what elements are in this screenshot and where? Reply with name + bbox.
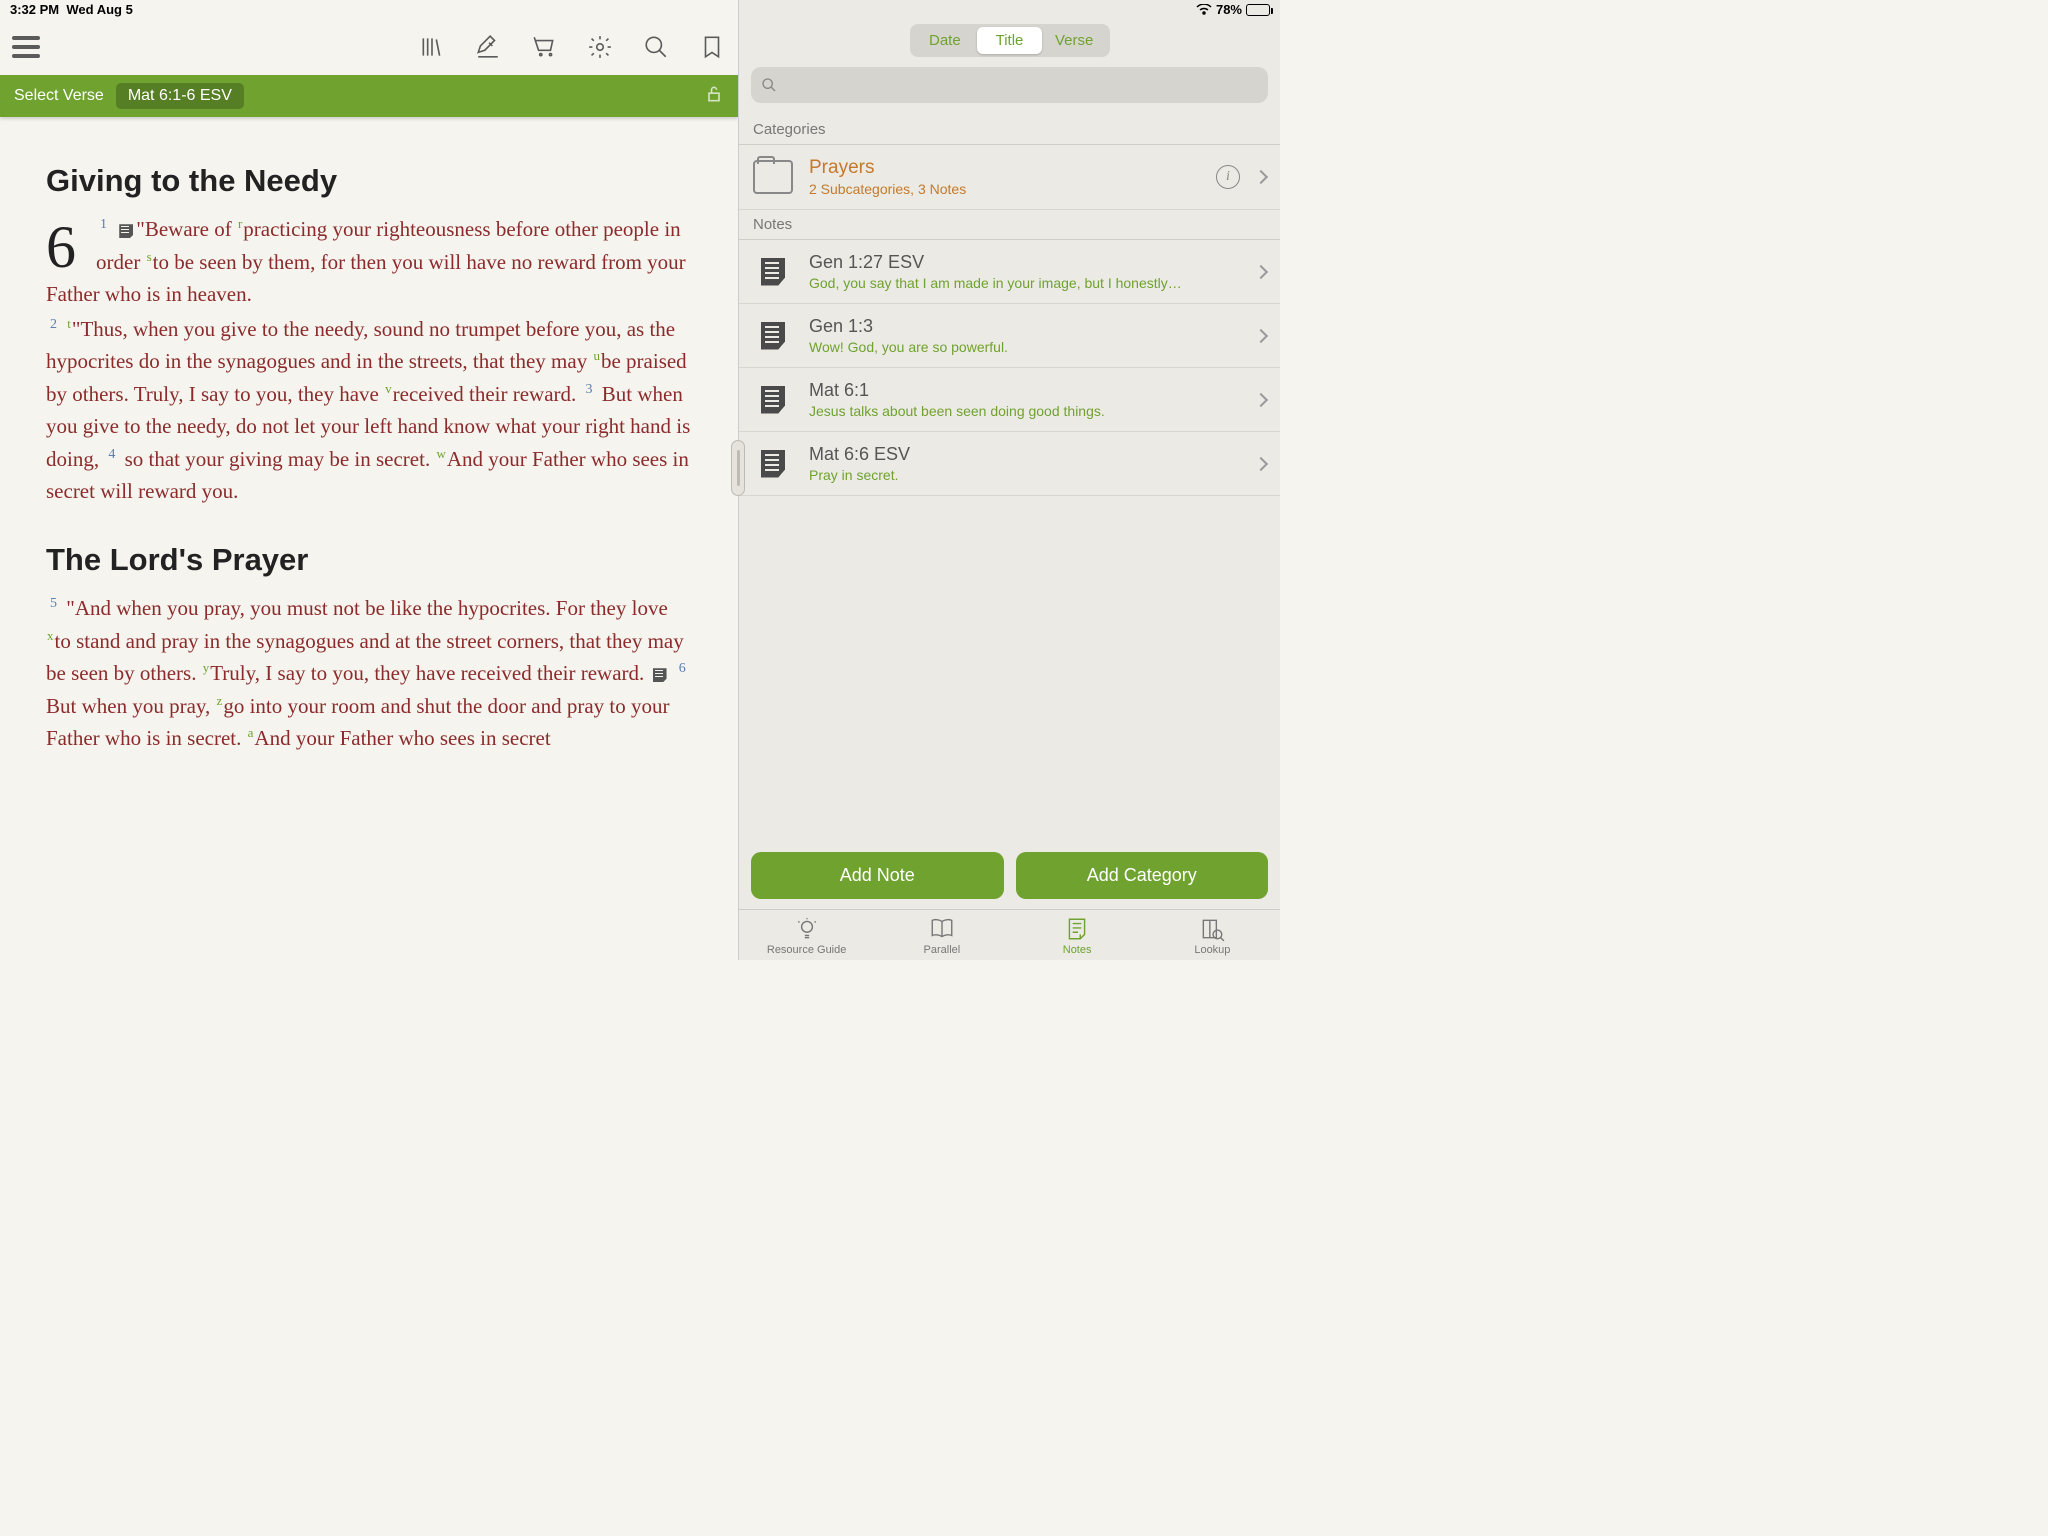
action-buttons: Add Note Add Category xyxy=(739,852,1280,909)
categories-header: Categories xyxy=(739,115,1280,145)
cart-icon[interactable] xyxy=(530,33,558,61)
chevron-right-icon xyxy=(1254,264,1268,278)
note-icon xyxy=(761,258,785,286)
note-preview: God, you say that I am made in your imag… xyxy=(809,275,1240,291)
add-category-button[interactable]: Add Category xyxy=(1016,852,1269,899)
note-title: Gen 1:3 xyxy=(809,316,1240,337)
notes-pane: 78% Date Title Verse Categories Prayers … xyxy=(738,0,1280,960)
search-icon xyxy=(761,77,777,93)
notes-header: Notes xyxy=(739,210,1280,240)
note-row[interactable]: Mat 6:1 Jesus talks about been seen doin… xyxy=(739,368,1280,432)
note-icon xyxy=(761,386,785,414)
sort-date-button[interactable]: Date xyxy=(913,27,978,54)
verse-bar: Select Verse Mat 6:1-6 ESV xyxy=(0,75,738,117)
verse-number[interactable]: 3 xyxy=(586,382,593,397)
chevron-right-icon xyxy=(1254,456,1268,470)
chapter-number: 6 xyxy=(46,217,76,277)
highlight-icon[interactable] xyxy=(474,33,502,61)
cross-ref[interactable]: x xyxy=(47,628,54,643)
verse-number[interactable]: 4 xyxy=(108,447,115,462)
cross-ref[interactable]: a xyxy=(248,725,254,740)
tab-notes[interactable]: Notes xyxy=(1010,916,1145,956)
note-row[interactable]: Gen 1:27 ESV God, you say that I am made… xyxy=(739,240,1280,304)
note-tab-icon xyxy=(1064,916,1090,942)
status-date: Wed Aug 5 xyxy=(66,2,132,17)
note-title: Mat 6:6 ESV xyxy=(809,444,1240,465)
add-note-button[interactable]: Add Note xyxy=(751,852,1004,899)
cross-ref[interactable]: w xyxy=(436,446,445,461)
book-open-icon xyxy=(929,916,955,942)
status-bar: 3:32 PM Wed Aug 5 xyxy=(0,0,2048,20)
pane-drag-handle[interactable] xyxy=(731,440,745,496)
notes-list: Gen 1:27 ESV God, you say that I am made… xyxy=(739,240,1280,852)
verse-number[interactable]: 2 xyxy=(50,317,57,332)
reader-pane: Select Verse Mat 6:1-6 ESV Giving to the… xyxy=(0,0,738,960)
bottom-tabs: Resource Guide Parallel Notes Lookup xyxy=(739,909,1280,960)
scripture-reader[interactable]: Giving to the Needy 6 1 "Beware of rprac… xyxy=(0,117,738,960)
category-meta: 2 Subcategories, 3 Notes xyxy=(809,181,1200,197)
sort-title-button[interactable]: Title xyxy=(977,27,1042,54)
cross-ref[interactable]: s xyxy=(147,249,152,264)
note-marker-icon[interactable] xyxy=(653,668,667,682)
note-title: Gen 1:27 ESV xyxy=(809,252,1240,273)
current-verse-pill[interactable]: Mat 6:1-6 ESV xyxy=(116,83,244,109)
menu-button[interactable] xyxy=(12,36,40,58)
cross-ref[interactable]: z xyxy=(217,693,223,708)
cross-ref[interactable]: r xyxy=(238,216,242,231)
verse-number[interactable]: 5 xyxy=(50,596,57,611)
verse-number[interactable]: 1 xyxy=(100,217,107,232)
note-title: Mat 6:1 xyxy=(809,380,1240,401)
gear-icon[interactable] xyxy=(586,33,614,61)
category-row[interactable]: Prayers 2 Subcategories, 3 Notes i xyxy=(739,145,1280,210)
library-icon[interactable] xyxy=(418,33,446,61)
sort-segmented-control: Date Title Verse xyxy=(910,24,1110,57)
verse-number[interactable]: 6 xyxy=(679,661,686,676)
note-row[interactable]: Mat 6:6 ESV Pray in secret. xyxy=(739,432,1280,496)
status-time: 3:32 PM xyxy=(10,2,59,17)
folder-icon xyxy=(753,160,793,194)
note-preview: Pray in secret. xyxy=(809,467,1240,483)
note-preview: Jesus talks about been seen doing good t… xyxy=(809,403,1240,419)
search-icon[interactable] xyxy=(642,33,670,61)
tab-lookup[interactable]: Lookup xyxy=(1145,916,1280,956)
cross-ref[interactable]: u xyxy=(593,348,600,363)
chevron-right-icon xyxy=(1254,170,1268,184)
bookmark-icon[interactable] xyxy=(698,33,726,61)
note-icon xyxy=(761,322,785,350)
note-marker-icon[interactable] xyxy=(119,224,133,238)
cross-ref[interactable]: t xyxy=(67,316,71,331)
lock-icon[interactable] xyxy=(704,84,724,109)
bulb-icon xyxy=(794,916,820,942)
chevron-right-icon xyxy=(1254,328,1268,342)
lookup-icon xyxy=(1199,916,1225,942)
chevron-right-icon xyxy=(1254,392,1268,406)
section-heading: The Lord's Prayer xyxy=(46,536,692,584)
search-input[interactable] xyxy=(751,67,1268,103)
select-verse-button[interactable]: Select Verse xyxy=(14,87,104,105)
info-icon[interactable]: i xyxy=(1216,165,1240,189)
note-preview: Wow! God, you are so powerful. xyxy=(809,339,1240,355)
note-row[interactable]: Gen 1:3 Wow! God, you are so powerful. xyxy=(739,304,1280,368)
category-name: Prayers xyxy=(809,157,1200,179)
section-heading: Giving to the Needy xyxy=(46,157,692,205)
cross-ref[interactable]: y xyxy=(203,660,210,675)
tab-parallel[interactable]: Parallel xyxy=(874,916,1009,956)
sort-verse-button[interactable]: Verse xyxy=(1042,27,1107,54)
tab-resource-guide[interactable]: Resource Guide xyxy=(739,916,874,956)
note-icon xyxy=(761,450,785,478)
cross-ref[interactable]: v xyxy=(385,381,392,396)
